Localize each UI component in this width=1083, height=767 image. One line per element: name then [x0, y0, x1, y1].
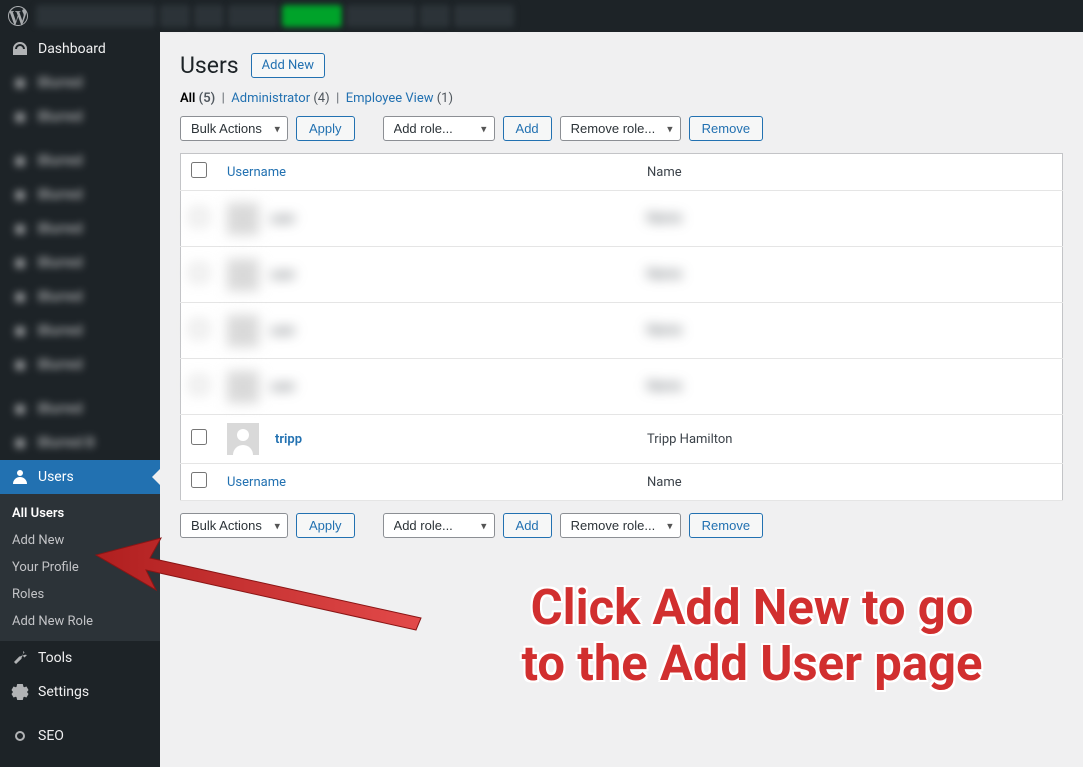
users-table: Username Name userName userName userName…: [180, 153, 1063, 501]
sidebar-item-blurred[interactable]: ◼Blurred: [0, 348, 160, 382]
submenu-your-profile[interactable]: Your Profile: [0, 554, 160, 581]
submenu-all-users[interactable]: All Users: [0, 500, 160, 527]
name-column-footer: Name: [637, 464, 1063, 501]
sidebar-item-blurred[interactable]: ◼Blurred: [0, 100, 160, 134]
sidebar-item-tools[interactable]: Tools: [0, 641, 160, 675]
sidebar-item-users[interactable]: Users: [0, 460, 160, 494]
add-role-button[interactable]: Add: [503, 116, 552, 141]
username-link[interactable]: tripp: [275, 432, 302, 447]
sidebar-item-dashboard[interactable]: Dashboard: [0, 32, 160, 66]
sidebar-item-blurred[interactable]: ◼Blurred: [0, 144, 160, 178]
settings-icon: [10, 682, 30, 702]
dashboard-icon: [10, 39, 30, 59]
name-cell: Tripp Hamilton: [637, 415, 1063, 464]
select-all-checkbox-footer[interactable]: [191, 472, 207, 488]
sidebar-item-blurred[interactable]: ◼Blurred: [0, 212, 160, 246]
page-title: Users: [180, 52, 239, 79]
add-role-select-bottom[interactable]: Add role...: [383, 513, 495, 538]
select-all-checkbox[interactable]: [191, 162, 207, 178]
sidebar-item-blurred[interactable]: ◼Blurred: [0, 392, 160, 426]
sidebar-item-label: SEO: [38, 728, 64, 744]
tools-icon: [10, 648, 30, 668]
table-row-blurred: userName: [181, 191, 1063, 247]
admin-bar-items-blurred: [36, 5, 514, 27]
submenu-add-new-role[interactable]: Add New Role: [0, 608, 160, 635]
add-role-button-bottom[interactable]: Add: [503, 513, 552, 538]
table-row: tripp Tripp Hamilton: [181, 415, 1063, 464]
sidebar-item-label: Settings: [38, 684, 89, 700]
admin-bar: [0, 0, 1083, 32]
tablenav-top: Bulk Actions Apply Add role... Add Remov…: [180, 116, 1063, 141]
wordpress-logo-icon[interactable]: [8, 6, 28, 26]
name-column-header: Name: [637, 154, 1063, 191]
table-row-blurred: userName: [181, 247, 1063, 303]
sidebar-item-blurred[interactable]: ◼Blurred: [0, 178, 160, 212]
sidebar-item-label: Dashboard: [38, 41, 106, 57]
remove-role-select-bottom[interactable]: Remove role...: [560, 513, 681, 538]
submenu-add-new[interactable]: Add New: [0, 527, 160, 554]
sidebar-item-blurred[interactable]: ◼Blurred: [0, 314, 160, 348]
apply-button-bottom[interactable]: Apply: [296, 513, 355, 538]
admin-sidebar: Dashboard ◼Blurred ◼Blurred ◼Blurred ◼Bl…: [0, 32, 160, 767]
bulk-actions-select[interactable]: Bulk Actions: [180, 116, 288, 141]
sidebar-item-blurred[interactable]: ◼Blurred: [0, 66, 160, 100]
remove-role-button-bottom[interactable]: Remove: [689, 513, 763, 538]
sidebar-item-label: Tools: [38, 650, 72, 666]
username-column-footer[interactable]: Username: [227, 475, 286, 490]
main-content: Users Add New All (5) | Administrator (4…: [160, 32, 1083, 767]
sidebar-item-label: Users: [38, 469, 74, 485]
select-all-header: [181, 154, 218, 191]
role-filter-links: All (5) | Administrator (4) | Employee V…: [180, 91, 1063, 106]
sidebar-item-blurred[interactable]: ◼Blurred: [0, 280, 160, 314]
row-checkbox[interactable]: [191, 429, 207, 445]
seo-icon: [10, 726, 30, 746]
apply-button[interactable]: Apply: [296, 116, 355, 141]
users-icon: [10, 467, 30, 487]
bulk-actions-select-bottom[interactable]: Bulk Actions: [180, 513, 288, 538]
avatar: [227, 423, 259, 455]
tablenav-bottom: Bulk Actions Apply Add role... Add Remov…: [180, 513, 1063, 538]
submenu-roles[interactable]: Roles: [0, 581, 160, 608]
filter-employee-view[interactable]: Employee View (1): [346, 91, 453, 106]
sidebar-item-seo[interactable]: SEO: [0, 719, 160, 753]
table-row-blurred: userName: [181, 303, 1063, 359]
remove-role-select[interactable]: Remove role...: [560, 116, 681, 141]
add-new-button[interactable]: Add New: [251, 53, 325, 78]
users-submenu: All Users Add New Your Profile Roles Add…: [0, 494, 160, 641]
table-row-blurred: userName: [181, 359, 1063, 415]
filter-administrator[interactable]: Administrator (4): [231, 91, 329, 106]
sidebar-item-blurred[interactable]: ◼Blurred: [0, 246, 160, 280]
sidebar-item-settings[interactable]: Settings: [0, 675, 160, 709]
add-role-select[interactable]: Add role...: [383, 116, 495, 141]
remove-role-button[interactable]: Remove: [689, 116, 763, 141]
sidebar-item-blurred[interactable]: ◼Blurred B: [0, 426, 160, 460]
filter-all[interactable]: All (5): [180, 91, 215, 106]
username-column-header[interactable]: Username: [227, 165, 286, 180]
